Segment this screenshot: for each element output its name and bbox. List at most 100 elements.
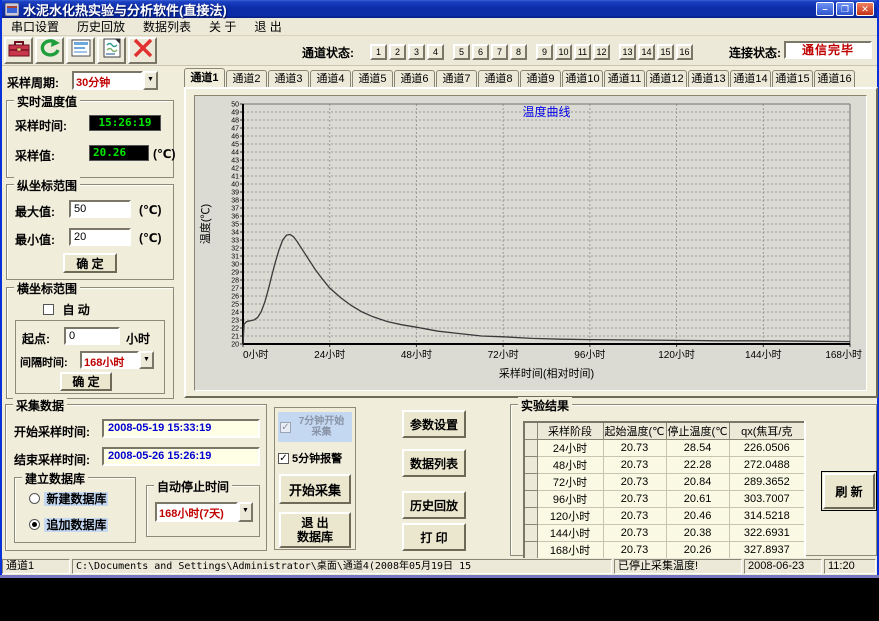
sampling-period-select[interactable]: 30分钟 ▼ <box>72 71 158 90</box>
minimize-button[interactable]: – <box>816 2 834 16</box>
channel-tabs: 通道1通道2通道3通道4通道5通道6通道7通道8通道9通道10通道11通道12通… <box>184 68 878 88</box>
svg-text:50: 50 <box>231 102 239 109</box>
svg-text:34: 34 <box>231 230 239 237</box>
temperature-chart: 2021222324252627282930313233343536373839… <box>195 96 866 390</box>
svg-text:20: 20 <box>231 342 239 349</box>
menu-item[interactable]: 关 于 <box>200 18 245 35</box>
report-button[interactable] <box>97 37 126 64</box>
tab-通道14[interactable]: 通道14 <box>730 70 771 88</box>
channel-status-button-14[interactable]: 14 <box>638 44 655 60</box>
channel-status-button-3[interactable]: 3 <box>408 44 425 60</box>
menu-item[interactable]: 数据列表 <box>134 18 200 35</box>
exit-database-button[interactable]: 退 出 数据库 <box>279 512 351 548</box>
results-row[interactable]: 96小时20.7320.61303.7007 <box>524 491 805 508</box>
close-button[interactable]: ✕ <box>856 2 874 16</box>
alarm-5min-checkbox[interactable]: ✓ 5分钟报警 <box>278 450 342 466</box>
max-value-input[interactable]: 50 <box>69 200 131 218</box>
tab-通道8[interactable]: 通道8 <box>478 70 519 88</box>
auto-checkbox[interactable]: 自 动 <box>43 301 90 319</box>
history-replay-action-button[interactable]: 历史回放 <box>402 491 466 519</box>
exit-button[interactable] <box>128 37 157 64</box>
channel-status-button-16[interactable]: 16 <box>676 44 693 60</box>
interval-select[interactable]: 168小时 ▼ <box>80 351 154 369</box>
auto-checkbox-box[interactable] <box>43 304 54 315</box>
chevron-down-icon[interactable]: ▼ <box>238 502 253 522</box>
min-value-input[interactable]: 20 <box>69 228 131 246</box>
sample-value-display: 20.26 <box>89 145 149 161</box>
tab-通道10[interactable]: 通道10 <box>562 70 603 88</box>
x-range-ok-button[interactable]: 确 定 <box>60 372 112 391</box>
radio-append-database[interactable]: 追加数据库 <box>29 516 108 534</box>
autostop-select[interactable]: 168小时(7天) ▼ <box>155 502 253 522</box>
channel-status-button-1[interactable]: 1 <box>370 44 387 60</box>
channel-status-button-7[interactable]: 7 <box>491 44 508 60</box>
results-row[interactable]: 48小时20.7322.28272.0488 <box>524 457 805 474</box>
radio-selected-icon[interactable] <box>29 519 40 530</box>
tab-通道4[interactable]: 通道4 <box>310 70 351 88</box>
menu-item[interactable]: 串口设置 <box>2 18 68 35</box>
channel-status-button-10[interactable]: 10 <box>555 44 572 60</box>
print-button[interactable]: 打 印 <box>402 523 466 551</box>
y-range-ok-button[interactable]: 确 定 <box>63 253 117 273</box>
tab-通道5[interactable]: 通道5 <box>352 70 393 88</box>
channel-status-button-13[interactable]: 13 <box>619 44 636 60</box>
tab-通道11[interactable]: 通道11 <box>604 70 645 88</box>
connection-status-label: 连接状态: <box>729 44 781 61</box>
tab-通道13[interactable]: 通道13 <box>688 70 729 88</box>
chart-box: 2021222324252627282930313233343536373839… <box>194 95 867 391</box>
results-row[interactable]: 168小时20.7320.26327.8937 <box>524 542 805 560</box>
tab-通道2[interactable]: 通道2 <box>226 70 267 88</box>
menu-item[interactable]: 退 出 <box>245 18 290 35</box>
row-selector[interactable] <box>524 474 537 491</box>
tab-通道7[interactable]: 通道7 <box>436 70 477 88</box>
row-selector[interactable] <box>524 440 537 457</box>
channel-status-button-2[interactable]: 2 <box>389 44 406 60</box>
results-cell: 327.8937 <box>729 542 805 560</box>
channel-status-button-11[interactable]: 11 <box>574 44 591 60</box>
tab-通道12[interactable]: 通道12 <box>646 70 687 88</box>
results-cell: 303.7007 <box>729 491 805 508</box>
chevron-down-icon[interactable]: ▼ <box>139 351 154 369</box>
channel-status-button-6[interactable]: 6 <box>472 44 489 60</box>
channel-status-button-12[interactable]: 12 <box>593 44 610 60</box>
tab-通道15[interactable]: 通道15 <box>772 70 813 88</box>
data-list-button[interactable] <box>66 37 95 64</box>
channel-status-button-9[interactable]: 9 <box>536 44 553 60</box>
channel-status-button-8[interactable]: 8 <box>510 44 527 60</box>
svg-text:45: 45 <box>231 142 239 149</box>
channel-status-button-15[interactable]: 15 <box>657 44 674 60</box>
checkbox-checked-icon[interactable]: ✓ <box>278 453 289 464</box>
param-settings-button[interactable]: 参数设置 <box>402 410 466 438</box>
channel-status-button-4[interactable]: 4 <box>427 44 444 60</box>
row-selector[interactable] <box>524 491 537 508</box>
radio-icon[interactable] <box>29 493 40 504</box>
data-list-action-button[interactable]: 数据列表 <box>402 449 466 477</box>
svg-text:44: 44 <box>231 150 239 157</box>
menu-item[interactable]: 历史回放 <box>68 18 134 35</box>
radio-new-database[interactable]: 新建数据库 <box>29 490 108 508</box>
history-replay-button[interactable] <box>35 37 64 64</box>
tab-通道3[interactable]: 通道3 <box>268 70 309 88</box>
results-row[interactable]: 144小时20.7320.38322.6931 <box>524 525 805 542</box>
x-range-group: 横坐标范围 自 动 起点: 0 小时 间隔时间: 168小时 ▼ 确 定 <box>6 287 174 399</box>
tab-通道9[interactable]: 通道9 <box>520 70 561 88</box>
channel-status-button-5[interactable]: 5 <box>453 44 470 60</box>
row-selector[interactable] <box>524 525 537 542</box>
results-row[interactable]: 72小时20.7320.84289.3652 <box>524 474 805 491</box>
row-selector[interactable] <box>524 457 537 474</box>
row-selector[interactable] <box>524 508 537 525</box>
tab-通道1[interactable]: 通道1 <box>184 68 225 88</box>
row-selector[interactable] <box>524 542 537 560</box>
content: 采样周期: 30分钟 ▼ 实时温度值 采样时间: 15:26:19 采样值: 2… <box>2 66 877 558</box>
tab-通道16[interactable]: 通道16 <box>814 70 855 88</box>
start-point-input[interactable]: 0 <box>64 327 120 345</box>
serial-settings-button[interactable] <box>4 37 33 64</box>
start-collect-button[interactable]: 开始采集 <box>279 474 351 504</box>
results-row[interactable]: 120小时20.7320.46314.5218 <box>524 508 805 525</box>
restore-button[interactable]: ❐ <box>836 2 854 16</box>
tab-通道6[interactable]: 通道6 <box>394 70 435 88</box>
menubar: 串口设置历史回放数据列表关 于退 出 <box>2 18 877 36</box>
refresh-button[interactable]: 刷 新 <box>823 473 875 509</box>
chevron-down-icon[interactable]: ▼ <box>143 71 158 90</box>
results-row[interactable]: 24小时20.7328.54226.0506 <box>524 440 805 457</box>
